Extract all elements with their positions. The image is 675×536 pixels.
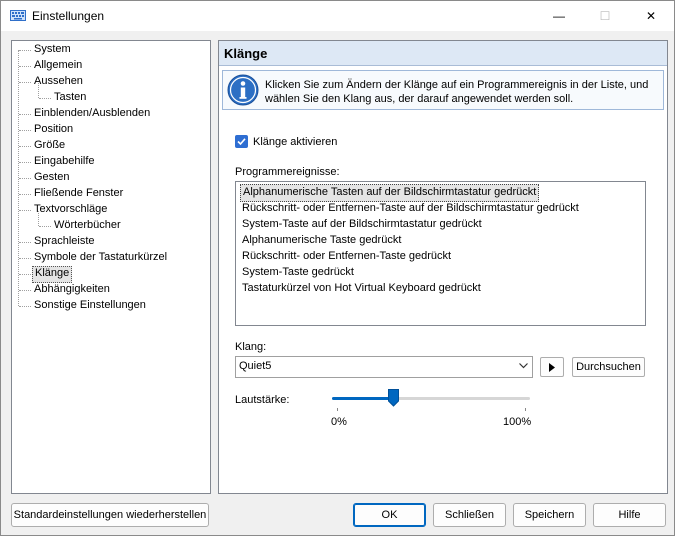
settings-window: Einstellungen — ☐ ✕ System Allgemein Ausse… bbox=[0, 0, 675, 536]
volume-slider-fill bbox=[332, 397, 393, 400]
tree-item[interactable]: Einblenden/Ausblenden bbox=[32, 106, 152, 121]
info-text-line: Klicken Sie zum Ändern der Klänge auf ei… bbox=[265, 79, 649, 91]
restore-defaults-button[interactable]: Standardeinstellungen wiederherstellen bbox=[11, 503, 209, 527]
tree-connector bbox=[19, 146, 31, 147]
volume-slider-thumb[interactable] bbox=[388, 389, 399, 407]
event-list-item[interactable]: Rückschritt- oder Entfernen-Taste auf de… bbox=[240, 200, 581, 216]
tree-item[interactable]: System bbox=[32, 42, 73, 57]
volume-max-label: 100% bbox=[503, 416, 532, 428]
play-icon bbox=[549, 363, 555, 372]
event-list-item[interactable]: System-Taste gedrückt bbox=[240, 264, 356, 280]
sound-label: Klang: bbox=[235, 341, 267, 353]
tree-item[interactable]: Textvorschläge bbox=[32, 202, 109, 217]
tree-connector bbox=[39, 98, 51, 99]
tree-connector bbox=[19, 242, 31, 243]
help-button[interactable]: Hilfe bbox=[593, 503, 666, 527]
tree-connector bbox=[19, 210, 31, 211]
settings-category-tree[interactable]: System Allgemein Aussehen Tasten Einblenden/… bbox=[11, 40, 211, 494]
tree-item[interactable]: Gesten bbox=[32, 170, 71, 185]
tree-item[interactable]: Sprachleiste bbox=[32, 234, 97, 249]
sounds-panel: Klänge Klicken Sie zum Ändern der Klänge… bbox=[218, 40, 668, 494]
tree-connector bbox=[38, 83, 39, 98]
tree-item[interactable]: Wörterbücher bbox=[52, 218, 123, 233]
event-list-item[interactable]: Rückschritt- oder Entfernen-Taste gedrüc… bbox=[240, 248, 453, 264]
chevron-down-icon bbox=[519, 363, 528, 369]
tree-connector bbox=[19, 258, 31, 259]
tree-item[interactable]: Sonstige Einstellungen bbox=[32, 298, 148, 313]
tree-item[interactable]: Symbole der Tastaturkürzel bbox=[32, 250, 169, 265]
tree-connector bbox=[19, 194, 31, 195]
play-sound-button[interactable] bbox=[540, 357, 564, 377]
tree-connector bbox=[19, 82, 31, 83]
event-list-item[interactable]: Tastaturkürzel von Hot Virtual Keyboard … bbox=[240, 280, 483, 296]
events-label: Programmereignisse: bbox=[235, 166, 340, 178]
tree-item[interactable]: Position bbox=[32, 122, 75, 137]
tree-connector bbox=[19, 178, 31, 179]
ok-button[interactable]: OK bbox=[353, 503, 426, 527]
tree-item[interactable]: Klänge bbox=[32, 266, 73, 283]
tree-connector bbox=[19, 274, 31, 275]
info-text-line: wählen Sie den Klang aus, der darauf ang… bbox=[265, 93, 574, 105]
tree-connector bbox=[19, 306, 31, 307]
volume-min-label: 0% bbox=[331, 416, 347, 428]
browse-button[interactable]: Durchsuchen bbox=[572, 357, 645, 377]
panel-header: Klänge bbox=[219, 41, 667, 66]
close-window-button[interactable]: ✕ bbox=[628, 1, 674, 31]
tree-item[interactable]: Abhängigkeiten bbox=[32, 282, 112, 297]
tree-item[interactable]: Aussehen bbox=[32, 74, 85, 89]
volume-slider[interactable] bbox=[332, 389, 530, 407]
info-text: Klicken Sie zum Ändern der Klänge auf ei… bbox=[265, 78, 657, 106]
tree-item[interactable]: Tasten bbox=[52, 90, 88, 105]
keyboard-icon bbox=[10, 10, 26, 21]
sound-select-value: Quiet5 bbox=[239, 360, 272, 372]
title-bar[interactable]: Einstellungen — ☐ ✕ bbox=[1, 1, 674, 31]
close-button[interactable]: Schließen bbox=[433, 503, 506, 527]
tree-connector bbox=[19, 114, 31, 115]
tree-connector bbox=[19, 66, 31, 67]
tree-item[interactable]: Fließende Fenster bbox=[32, 186, 125, 201]
tree-connector bbox=[19, 50, 31, 51]
minimize-button[interactable]: — bbox=[536, 1, 582, 31]
program-events-list[interactable]: Alphanumerische Tasten auf der Bildschir… bbox=[235, 181, 646, 326]
info-box: Klicken Sie zum Ändern der Klänge auf ei… bbox=[222, 70, 664, 110]
slider-tick bbox=[525, 408, 526, 411]
slider-tick bbox=[337, 408, 338, 411]
enable-sounds-label: Klänge aktivieren bbox=[253, 136, 338, 148]
event-list-item[interactable]: System-Taste auf der Bildschirmtastatur … bbox=[240, 216, 484, 232]
tree-connector bbox=[19, 130, 31, 131]
event-list-item[interactable]: Alphanumerische Taste gedrückt bbox=[240, 232, 403, 248]
tree-item[interactable]: Eingabehilfe bbox=[32, 154, 97, 169]
checkbox-checked-icon[interactable] bbox=[235, 135, 248, 148]
info-icon bbox=[227, 74, 259, 106]
panel-title: Klänge bbox=[224, 46, 268, 61]
volume-label: Lautstärke: bbox=[235, 394, 290, 406]
sound-select[interactable]: Quiet5 bbox=[235, 356, 533, 378]
tree-item[interactable]: Allgemein bbox=[32, 58, 84, 73]
tree-connector bbox=[19, 290, 31, 291]
tree-connector bbox=[19, 162, 31, 163]
maximize-button[interactable]: ☐ bbox=[582, 1, 628, 31]
tree-connector bbox=[38, 211, 39, 226]
tree-item[interactable]: Größe bbox=[32, 138, 67, 153]
window-title: Einstellungen bbox=[32, 9, 105, 23]
tree-connector bbox=[39, 226, 51, 227]
save-button[interactable]: Speichern bbox=[513, 503, 586, 527]
